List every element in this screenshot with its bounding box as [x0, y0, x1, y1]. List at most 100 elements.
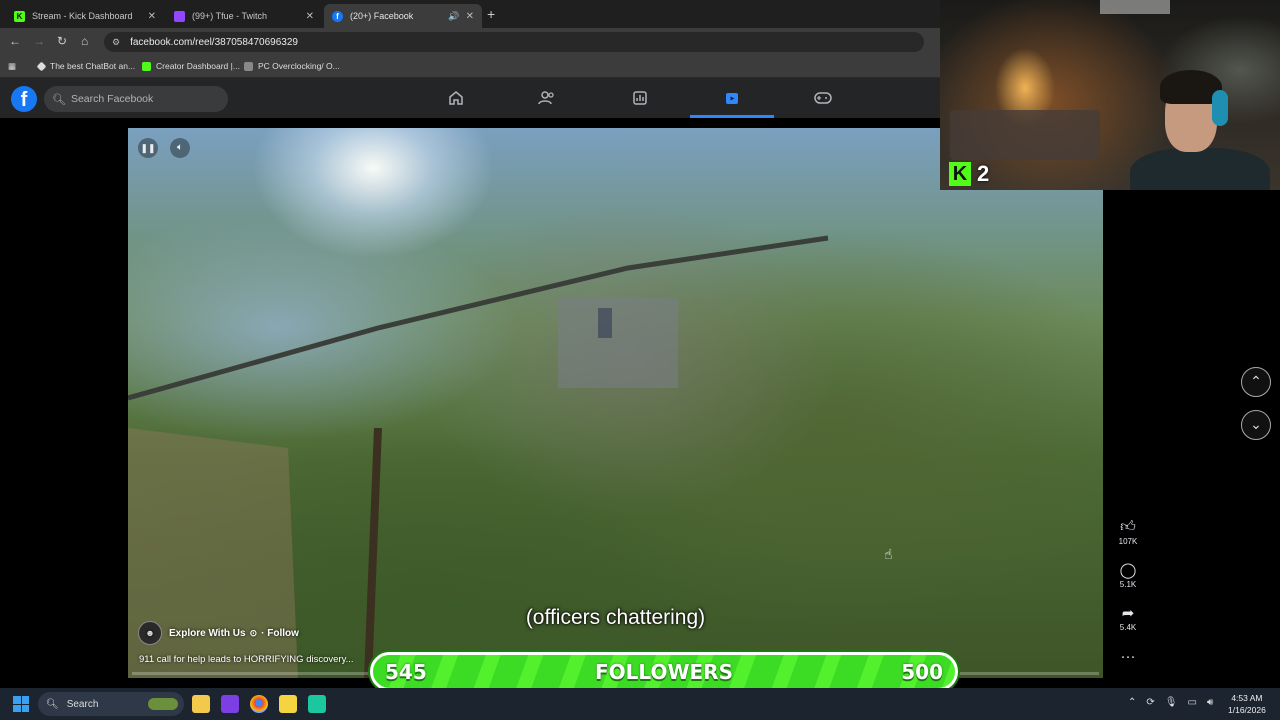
audio-playing-icon[interactable]: 🔊 — [448, 11, 459, 22]
follow-button[interactable]: · Follow — [261, 628, 299, 639]
tab-title: Stream - Kick Dashboard — [32, 11, 133, 21]
feeds-icon[interactable] — [630, 88, 650, 108]
browser-toolbar: ← → ↻ ⌂ ⚙ facebook.com/reel/387058470696… — [0, 28, 940, 56]
comment-button[interactable]: ◯ 5.1K — [1112, 561, 1144, 589]
sticky-notes-icon[interactable] — [279, 695, 297, 713]
search-highlight-icon — [148, 698, 178, 710]
system-tray: ⌃ ⟳ 🎙︎ ▭ 🔊︎ — [1128, 697, 1213, 708]
taskbar-search-label: Search — [66, 698, 99, 710]
reel-description[interactable]: 911 call for help leads to HORRIFYING di… — [139, 654, 354, 665]
kick-logo-icon: K — [949, 162, 971, 186]
tab-title: (99+) Tfue - Twitch — [192, 11, 267, 21]
app-icon[interactable] — [221, 695, 239, 713]
bookmark-pc-overclocking[interactable]: PC Overclocking/ O... — [244, 61, 340, 71]
bookmark-creator-dashboard[interactable]: Creator Dashboard |... — [142, 61, 240, 71]
avatar[interactable]: ☻ — [138, 621, 162, 645]
apps-grid-icon[interactable]: ▦ — [8, 61, 16, 72]
like-count: 107K — [1118, 537, 1138, 546]
twitch-favicon-icon — [174, 10, 185, 22]
bookmark-icon — [244, 61, 253, 71]
bookmark-chatbot[interactable]: The best ChatBot an... — [36, 61, 136, 71]
followers-goal-bar: 545 FOLLOWERS 500 — [370, 652, 958, 691]
share-icon: ➦ — [1121, 605, 1135, 622]
video-frame-scene — [128, 235, 829, 678]
windows-start-icon[interactable] — [13, 696, 29, 712]
bookmark-label: The best ChatBot an... — [50, 61, 136, 71]
thumbs-up-icon: 👍︎ — [1120, 518, 1136, 535]
volume-icon[interactable]: 🔈︎ — [170, 138, 190, 158]
like-button[interactable]: 👍︎ 107K — [1112, 518, 1144, 546]
verified-icon: ⊙ — [249, 627, 258, 638]
back-icon[interactable]: ← — [9, 34, 21, 48]
facebook-favicon-icon: f — [332, 10, 343, 22]
author-name[interactable]: Explore With Us — [169, 628, 246, 639]
followers-current: 545 — [385, 659, 427, 684]
followers-goal: 500 — [901, 659, 943, 684]
tab-kick-dashboard[interactable]: K Stream - Kick Dashboard ✕ — [6, 4, 164, 28]
facebook-logo-icon[interactable]: f — [11, 86, 37, 112]
site-info-icon[interactable]: ⚙ — [112, 37, 120, 48]
volume-icon[interactable]: 🔊︎ — [1207, 697, 1213, 708]
browser-tab-bar: K Stream - Kick Dashboard ✕ (99+) Tfue -… — [0, 0, 940, 28]
streamer-body — [1130, 148, 1270, 190]
file-explorer-icon[interactable] — [192, 695, 210, 713]
comment-icon: ◯ — [1119, 562, 1137, 579]
tab-title: (20+) Facebook — [350, 11, 414, 21]
kick-favicon-icon: K — [14, 10, 25, 22]
chrome-icon[interactable] — [250, 695, 268, 713]
facebook-header: f 🔍︎ Search Facebook — [0, 78, 940, 118]
kick-viewer-count: 2 — [977, 161, 990, 186]
next-reel-button[interactable]: ⌄ — [1241, 410, 1271, 440]
chevron-up-icon[interactable]: ⌃ — [1128, 697, 1136, 708]
new-tab-button[interactable]: + — [487, 6, 495, 22]
clock-date: 1/16/2026 — [1228, 705, 1266, 715]
address-bar[interactable]: ⚙ facebook.com/reel/387058470696329 — [104, 32, 924, 52]
search-icon: 🔍︎ — [52, 93, 66, 106]
reload-icon[interactable]: ↻ — [57, 34, 67, 48]
more-icon: ··· — [1120, 648, 1136, 665]
comment-count: 5.1K — [1119, 580, 1137, 589]
home-icon[interactable] — [446, 88, 466, 108]
sync-icon[interactable]: ⟳ — [1146, 697, 1154, 708]
background-bed — [950, 110, 1100, 160]
reel-video-player[interactable]: ❚❚ 🔈︎ (officers chattering) ☻ Explore Wi… — [128, 128, 1103, 678]
close-icon[interactable]: ✕ — [148, 11, 156, 22]
search-icon: 🔍︎ — [46, 698, 59, 710]
home-button-icon[interactable]: ⌂ — [81, 34, 88, 48]
app-icon[interactable] — [308, 695, 326, 713]
url-text: facebook.com/reel/387058470696329 — [130, 36, 298, 48]
search-placeholder: Search Facebook — [70, 93, 154, 105]
tab-twitch[interactable]: (99+) Tfue - Twitch ✕ — [166, 4, 322, 28]
forward-icon[interactable]: → — [33, 34, 45, 48]
active-nav-indicator — [690, 115, 774, 118]
share-button[interactable]: ➦ 5.4K — [1112, 604, 1144, 632]
previous-reel-button[interactable]: ⌃ — [1241, 367, 1271, 397]
taskbar-clock[interactable]: 4:53 AM 1/16/2026 — [1228, 692, 1266, 716]
tab-facebook[interactable]: f (20+) Facebook 🔊 ✕ — [324, 4, 482, 28]
gaming-icon[interactable] — [813, 88, 833, 108]
bookmark-label: Creator Dashboard |... — [156, 61, 240, 71]
network-icon[interactable]: ▭ — [1187, 697, 1196, 708]
taskbar-search[interactable]: 🔍︎ Search — [38, 692, 184, 716]
hand-cursor-icon: ☝︎ — [884, 546, 893, 562]
bookmark-label: PC Overclocking/ O... — [258, 61, 340, 71]
microphone-icon[interactable]: 🎙︎ — [1165, 697, 1178, 708]
followers-label: FOLLOWERS — [595, 659, 733, 684]
kick-viewer-badge: K 2 — [949, 161, 989, 187]
friends-icon[interactable] — [537, 88, 557, 108]
close-icon[interactable]: ✕ — [306, 11, 314, 22]
author-row: ☻ Explore With Us ⊙ · Follow — [138, 621, 299, 645]
windows-taskbar: 🔍︎ Search ⌃ ⟳ 🎙︎ ▭ 🔊︎ 4:53 AM 1/16/2026 — [0, 688, 1280, 720]
bookmark-icon — [36, 61, 47, 71]
kick-favicon-icon — [142, 61, 151, 71]
share-count: 5.4K — [1119, 623, 1137, 632]
webcam-overlay: K 2 — [940, 0, 1280, 190]
facebook-search-input[interactable]: 🔍︎ Search Facebook — [44, 86, 228, 112]
clock-time: 4:53 AM — [1231, 693, 1263, 703]
video-icon[interactable] — [722, 88, 742, 108]
more-options-button[interactable]: ··· — [1112, 648, 1144, 666]
ceiling-light — [1100, 0, 1170, 14]
close-icon[interactable]: ✕ — [466, 11, 474, 22]
pause-icon[interactable]: ❚❚ — [138, 138, 158, 158]
bookmarks-bar: ▦ The best ChatBot an... Creator Dashboa… — [0, 56, 940, 78]
